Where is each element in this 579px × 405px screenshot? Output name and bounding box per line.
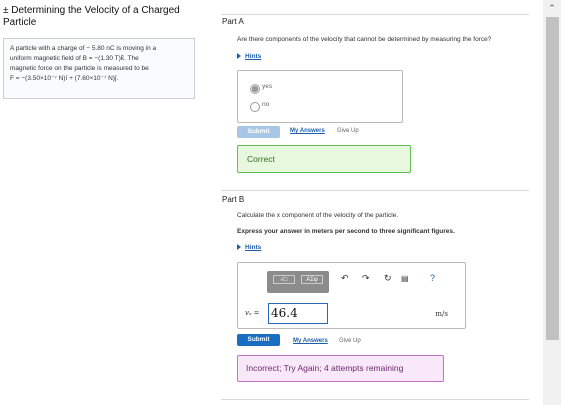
help-icon[interactable]: ? (430, 273, 435, 283)
part-b-my-answers-link[interactable]: My Answers (293, 338, 328, 344)
part-a-feedback-correct: Correct (237, 145, 411, 173)
problem-line: uniform magnetic field of B = −(1.30 T)k… (10, 55, 139, 62)
choice-label-yes: yes (262, 83, 273, 90)
expand-triangle-icon (237, 53, 241, 60)
part-b-question: Calculate the x component of the velocit… (237, 212, 399, 219)
templates-button[interactable]: √□ (273, 275, 295, 284)
variable-label: vₓ = (245, 309, 260, 317)
choice-label-no: no (262, 101, 270, 108)
problem-line: A particle with a charge of − 5.80 nC is… (10, 45, 157, 52)
part-a-title: Part A (222, 17, 244, 26)
redo-icon[interactable]: ↷ (362, 273, 370, 284)
problem-title: ± Determining the Velocity of a Charged … (3, 5, 180, 28)
unit-label: m/s (435, 310, 448, 318)
problem-line: magnetic force on the particle is measur… (10, 65, 149, 72)
part-a-question: Are there components of the velocity tha… (237, 36, 492, 43)
part-a-choices: yes no (237, 70, 403, 123)
part-a-hints-link[interactable]: Hints (237, 53, 261, 60)
keyboard-icon[interactable]: ▤ (401, 274, 409, 283)
part-b-instruction: Express your answer in meters per second… (237, 228, 455, 235)
part-b-submit-button[interactable]: Submit (237, 334, 280, 346)
hints-label: Hints (245, 244, 262, 251)
problem-statement: A particle with a charge of − 5.80 nC is… (3, 38, 195, 99)
part-a-my-answers-link[interactable]: My Answers (290, 128, 325, 134)
radio-no[interactable] (250, 102, 260, 112)
section-divider (221, 399, 529, 400)
section-divider (221, 190, 529, 191)
symbols-button[interactable]: ΑΣφ (301, 275, 323, 284)
scroll-up-arrow-icon[interactable]: ⌃ (544, 2, 560, 14)
section-divider (221, 14, 529, 15)
part-a-submit-button[interactable]: Submit (237, 126, 280, 138)
part-b-answer-box: √□ ΑΣφ ↶ ↷ ↻ ▤ ? vₓ = 46.4 m/s (237, 262, 466, 329)
part-b-title: Part B (222, 195, 245, 204)
part-a-give-up: Give Up (337, 128, 359, 134)
equation-toolbar: √□ ΑΣφ (267, 271, 329, 293)
answer-input[interactable]: 46.4 (268, 303, 328, 324)
undo-icon[interactable]: ↶ (341, 273, 349, 284)
part-b-hints-link[interactable]: Hints (237, 244, 261, 251)
radio-yes[interactable] (250, 84, 260, 94)
page: ± Determining the Velocity of a Charged … (0, 0, 579, 405)
problem-line: F = −(3.50×10⁻⁷ N)î + (7.60×10⁻⁷ N)ĵ. (10, 75, 119, 82)
expand-triangle-icon (237, 244, 241, 251)
part-b-give-up: Give Up (339, 338, 361, 344)
hints-label: Hints (245, 53, 262, 60)
reset-icon[interactable]: ↻ (384, 273, 392, 284)
scrollbar-thumb[interactable] (546, 17, 559, 340)
part-b-feedback-incorrect: Incorrect; Try Again; 4 attempts remaini… (237, 355, 444, 382)
